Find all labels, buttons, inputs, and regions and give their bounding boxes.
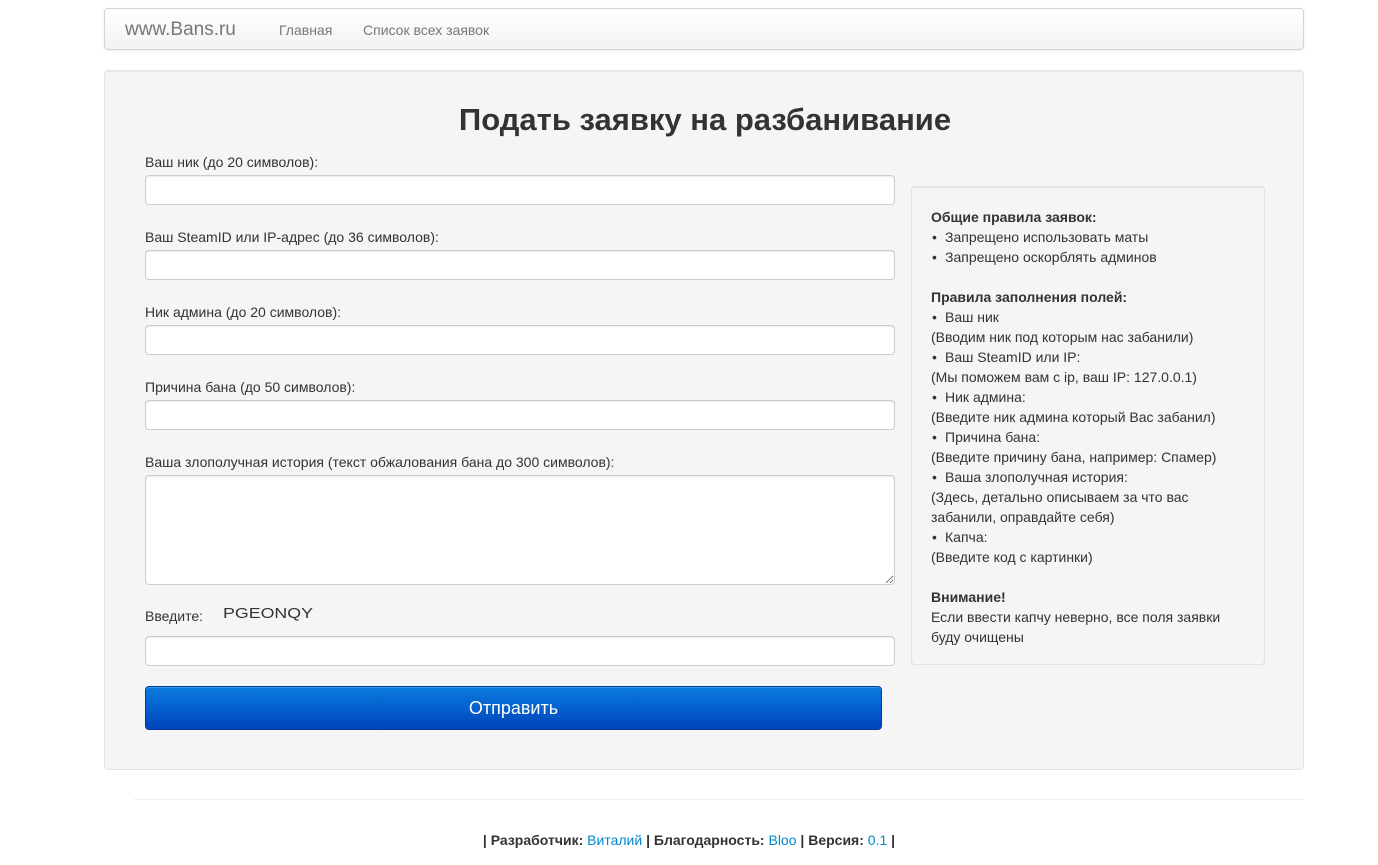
warning-title: Внимание!: [931, 589, 1006, 605]
ban-reason-label: Причина бана (до 50 символов):: [145, 379, 356, 395]
warning-text: Если ввести капчу неверно, все поля заяв…: [931, 609, 1221, 645]
ban-reason-input[interactable]: [145, 400, 895, 430]
field-rule-name: Ваша злополучная история:: [931, 467, 1245, 487]
captcha-text: PGEONQY: [223, 605, 313, 622]
general-rule-item: Запрещено использовать маты: [931, 227, 1245, 247]
field-rule-hint: (Введите код с картинки): [931, 549, 1093, 565]
field-rule-name: Ваш ник: [931, 307, 1245, 327]
version-link[interactable]: 0.1: [868, 832, 887, 848]
thanks-label: Благодарность:: [653, 832, 765, 848]
developer-link[interactable]: Виталий: [587, 832, 642, 848]
field-rule-name: Ваш SteamID или IP:: [931, 347, 1245, 367]
general-rule-item: Запрещено оскорблять админов: [931, 247, 1245, 267]
steamid-label: Ваш SteamID или IP-адрес (до 36 символов…: [145, 229, 439, 245]
version-label: Версия:: [808, 832, 864, 848]
captcha-label: Введите:: [145, 608, 204, 624]
submit-button[interactable]: Отправить: [145, 686, 882, 730]
thanks-link[interactable]: Bloo: [768, 832, 796, 848]
field-rule-name: Ник админа:: [931, 387, 1245, 407]
brand-link[interactable]: www.Bans.ru: [125, 19, 236, 41]
developer-label: Разработчик:: [490, 832, 584, 848]
admin-nick-input[interactable]: [145, 325, 895, 355]
captcha-image: PGEONQY: [223, 605, 313, 622]
unban-form-panel: Подать заявку на разбанивание Ваш ник (д…: [104, 70, 1304, 770]
field-rule-hint: (Введите ник админа который Вас забанил): [931, 409, 1216, 425]
field-rule-hint: (Вводим ник под которым нас забанили): [931, 329, 1194, 345]
nick-input[interactable]: [145, 175, 895, 205]
field-rule-hint: (Мы поможем вам с ip, ваш IP: 127.0.0.1): [931, 369, 1197, 385]
field-rules-title: Правила заполнения полей:: [931, 289, 1128, 305]
navbar: www.Bans.ru Главная Список всех заявок: [104, 8, 1304, 50]
captcha-input[interactable]: [145, 636, 895, 666]
rules-panel: Общие правила заявок: Запрещено использо…: [911, 186, 1265, 665]
field-rule-name: Капча:: [931, 527, 1245, 547]
story-label: Ваша злополучная история (текст обжалова…: [145, 454, 615, 470]
footer: | Разработчик: Виталий | Благодарность: …: [482, 832, 896, 848]
nav-link-all-requests[interactable]: Список всех заявок: [363, 22, 489, 38]
footer-divider: [134, 799, 1304, 800]
general-rules-title: Общие правила заявок:: [931, 209, 1097, 225]
admin-nick-label: Ник админа (до 20 символов):: [145, 304, 342, 320]
field-rule-hint: (Здесь, детально описываем за что вас за…: [931, 489, 1189, 525]
nav-link-home[interactable]: Главная: [279, 22, 332, 38]
field-rule-name: Причина бана:: [931, 427, 1245, 447]
nick-label: Ваш ник (до 20 символов):: [145, 154, 319, 170]
page-title: Подать заявку на разбанивание: [458, 102, 952, 137]
story-textarea[interactable]: [145, 475, 895, 585]
field-rule-hint: (Введите причину бана, например: Спамер): [931, 449, 1217, 465]
steamid-input[interactable]: [145, 250, 895, 280]
